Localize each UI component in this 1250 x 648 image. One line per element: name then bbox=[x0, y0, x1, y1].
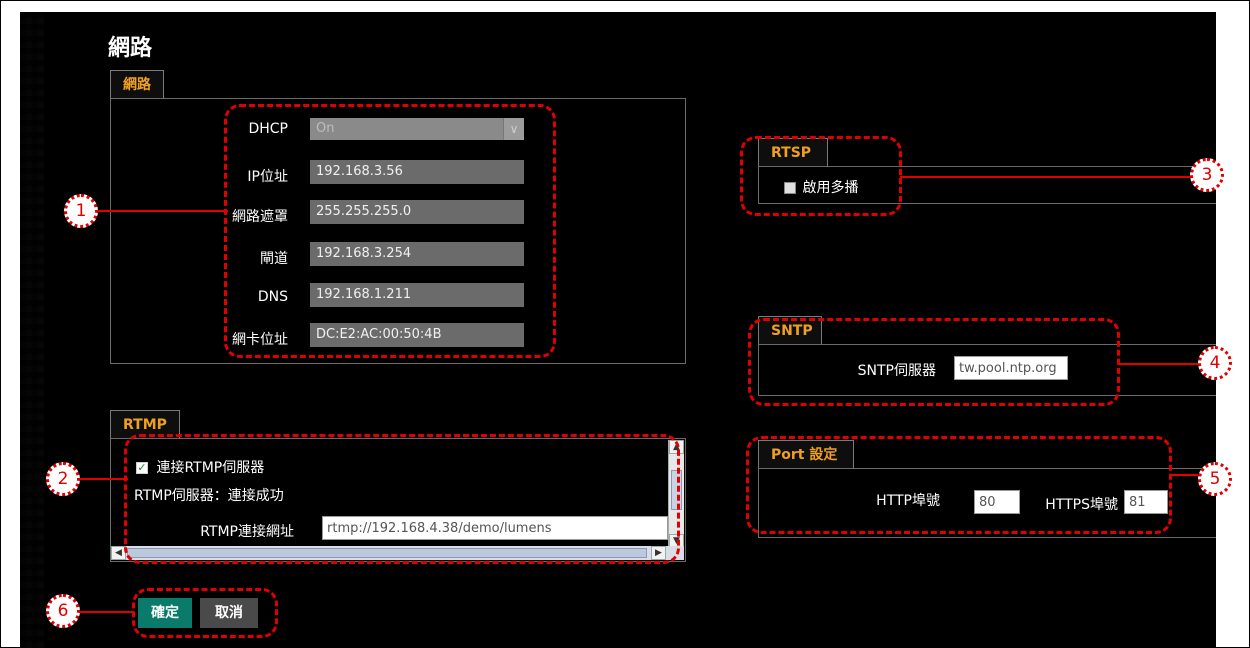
callout-outline-rtmp bbox=[124, 434, 680, 564]
leader-line-6 bbox=[78, 611, 134, 613]
callout-outline-rtsp bbox=[740, 136, 902, 216]
callout-circle-6: 6 bbox=[46, 594, 80, 628]
leader-line-4 bbox=[1118, 363, 1198, 365]
leader-line-2 bbox=[80, 478, 128, 480]
callout-circle-4: 4 bbox=[1198, 346, 1232, 380]
leader-line-1 bbox=[98, 210, 228, 212]
callout-outline-port bbox=[746, 436, 1172, 534]
callout-circle-2: 2 bbox=[46, 462, 80, 496]
leader-line-3 bbox=[900, 176, 1192, 178]
callout-circle-3: 3 bbox=[1190, 158, 1224, 192]
carbon-fiber-stripe bbox=[20, 12, 44, 648]
callout-outline-buttons bbox=[132, 588, 278, 638]
page-title: 網路 bbox=[108, 36, 153, 61]
callout-outline-sntp bbox=[748, 318, 1120, 406]
callout-circle-5: 5 bbox=[1198, 462, 1232, 496]
tab-network[interactable]: 網路 bbox=[110, 70, 164, 98]
leader-line-5 bbox=[1170, 474, 1198, 476]
callout-outline-network bbox=[224, 104, 556, 358]
callout-circle-1: 1 bbox=[64, 194, 98, 228]
